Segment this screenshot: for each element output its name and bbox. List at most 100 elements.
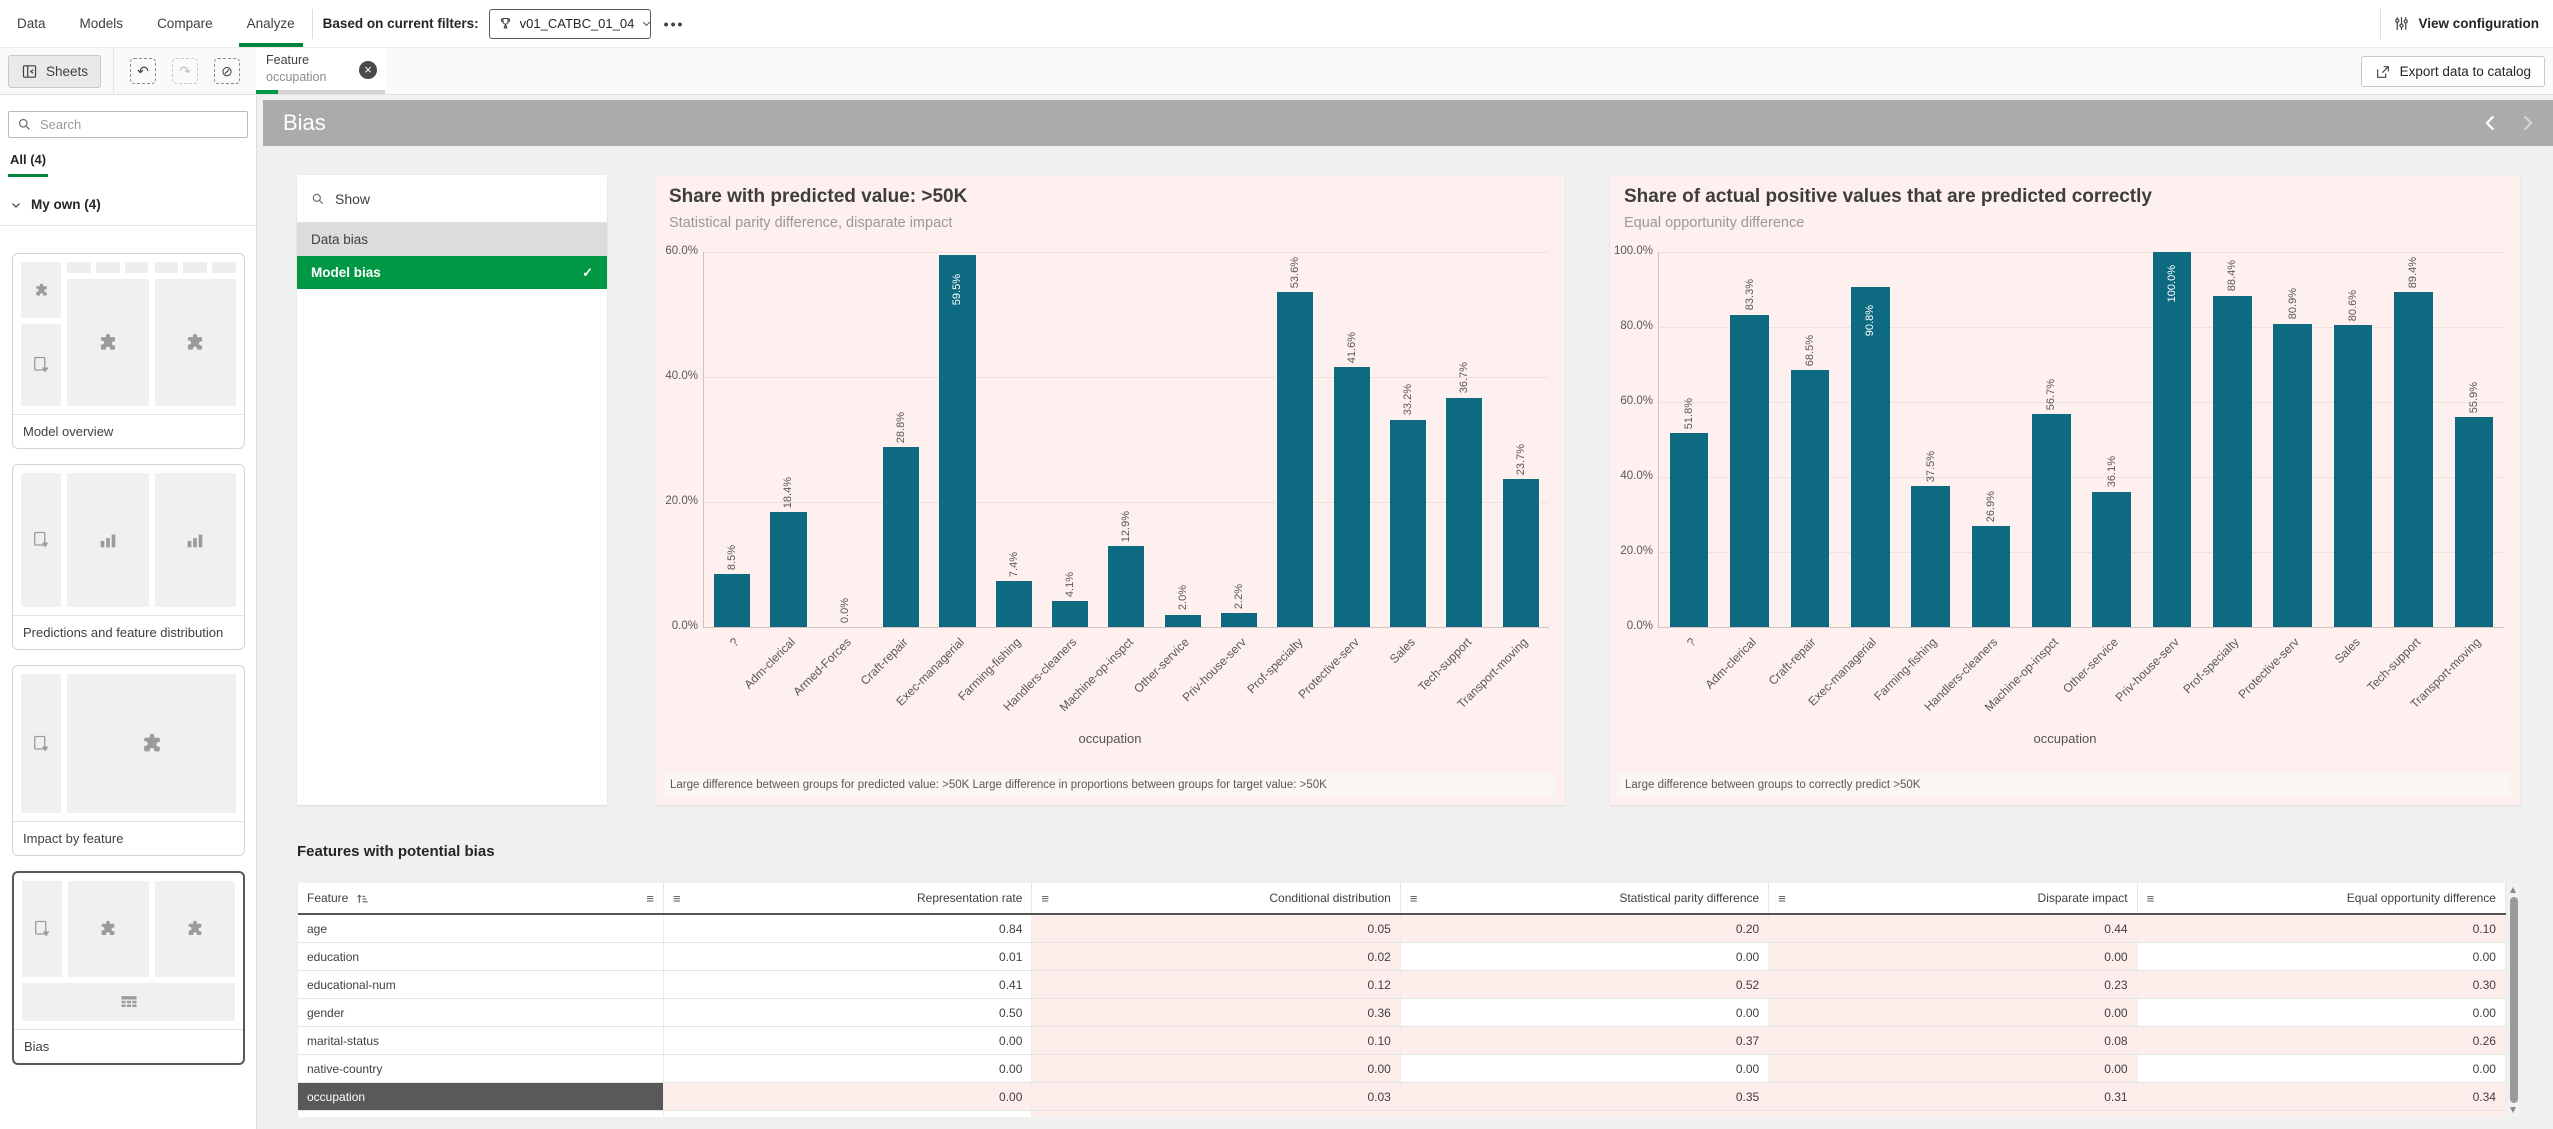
bar-adm-clerical[interactable] — [770, 512, 806, 627]
tab-data[interactable]: Data — [0, 0, 63, 47]
bar-prof-specialty[interactable] — [2213, 296, 2252, 628]
bars: 8.5%18.4%0.0%28.8%59.5%7.4%4.1%12.9%2.0%… — [704, 252, 1549, 627]
chevron-down-icon — [10, 199, 22, 211]
section-my-own[interactable]: My own (4) — [10, 197, 101, 212]
bar-farming-fishing[interactable] — [1911, 486, 1950, 627]
cell-feature[interactable]: occupation — [298, 1083, 664, 1110]
bar-handlers-cleaners[interactable] — [1052, 601, 1088, 627]
show-search-header[interactable]: Show — [297, 175, 607, 223]
show-list-item-data-bias[interactable]: Data bias — [297, 223, 607, 256]
cell-value — [664, 1111, 1032, 1117]
view-configuration-button[interactable]: View configuration — [2393, 15, 2539, 32]
bar-farming-fishing[interactable] — [996, 581, 1032, 627]
bar-exec-managerial[interactable] — [939, 255, 975, 627]
more-options-button[interactable]: ••• — [664, 16, 685, 32]
cell-feature[interactable]: age — [298, 915, 664, 942]
column-header-label: Feature — [307, 891, 348, 905]
redo-selection-button[interactable]: ↷ — [172, 58, 198, 84]
bar-handlers-cleaners[interactable] — [1972, 526, 2011, 627]
bar-sales[interactable] — [2334, 325, 2373, 627]
cell-feature[interactable]: native-country — [298, 1055, 664, 1082]
sheets-button[interactable]: Sheets — [8, 55, 101, 88]
column-menu-icon[interactable]: ≡ — [1410, 891, 1418, 906]
column-menu-icon[interactable]: ≡ — [2147, 891, 2155, 906]
table-scrollbar[interactable] — [2508, 883, 2519, 1117]
scrollbar-thumb[interactable] — [2510, 897, 2518, 1103]
bar-sales[interactable] — [1390, 420, 1426, 628]
bar-prof-specialty[interactable] — [1277, 292, 1313, 627]
cell-feature[interactable]: gender — [298, 999, 664, 1026]
cell-feature[interactable]: educational-num — [298, 971, 664, 998]
sheets-sidebar: All (4) My own (4) Model overviewPredict… — [0, 95, 257, 1129]
bar-craft-repair[interactable] — [1791, 370, 1830, 627]
bar-slot-priv-house-serv: 2.2% — [1211, 252, 1267, 627]
tab-models[interactable]: Models — [63, 0, 141, 47]
cell-value: 0.23 — [1769, 971, 2137, 998]
show-item-list: Data biasModel bias✓ — [297, 223, 607, 289]
close-icon[interactable]: × — [359, 61, 377, 79]
column-header-disparate-impact[interactable]: ≡Disparate impact — [1769, 883, 2137, 913]
bar-transport-moving[interactable] — [1503, 479, 1539, 627]
bar-adm-clerical[interactable] — [1730, 315, 1769, 627]
view-configuration-label: View configuration — [2418, 16, 2539, 31]
undo-selection-button[interactable]: ↶ — [130, 58, 156, 84]
sheet-card-bias[interactable]: Bias — [12, 871, 245, 1065]
bar-machine-op-inspct[interactable] — [2032, 414, 2071, 627]
column-header-representation-rate[interactable]: ≡Representation rate — [664, 883, 1032, 913]
next-sheet-button[interactable] — [2517, 113, 2537, 133]
sheet-thumbnail — [13, 666, 244, 821]
column-menu-icon[interactable]: ≡ — [1041, 891, 1049, 906]
column-menu-icon[interactable]: ≡ — [1778, 891, 1786, 906]
bar-transport-moving[interactable] — [2455, 417, 2494, 627]
cell-feature[interactable]: marital-status — [298, 1027, 664, 1054]
tab-all[interactable]: All (4) — [8, 152, 48, 177]
bar-exec-managerial[interactable] — [1851, 287, 1890, 628]
sheet-content: Bias Show Data biasModel bias✓ Share wit… — [257, 95, 2553, 1129]
bar-priv-house-serv[interactable] — [1221, 613, 1257, 627]
column-header-feature[interactable]: Feature ≡ — [298, 883, 664, 913]
sheet-card-impact-by-feature[interactable]: Impact by feature — [12, 665, 245, 856]
bar-slot-prof-specialty: 88.4% — [2202, 252, 2262, 627]
bar-protective-serv[interactable] — [1334, 367, 1370, 627]
plot-area: 100.0%80.0%60.0%40.0%20.0%0.0%51.8%83.3%… — [1658, 252, 2504, 628]
bar-slot-machine-op-inspct: 12.9% — [1098, 252, 1154, 627]
bar-machine-op-inspct[interactable] — [1108, 546, 1144, 627]
export-catalog-button[interactable]: Export data to catalog — [2361, 56, 2545, 87]
column-menu-icon[interactable]: ≡ — [646, 891, 654, 906]
bar-value-label: 2.2% — [1233, 584, 1245, 609]
cell-value: 0.08 — [1769, 1027, 2137, 1054]
sheets-button-label: Sheets — [46, 64, 88, 79]
sheet-card-model-overview[interactable]: Model overview — [12, 253, 245, 449]
bar-[interactable] — [714, 574, 750, 627]
bar-protective-serv[interactable] — [2273, 324, 2312, 627]
bar-slot-armed-forces: 0.0% — [817, 252, 873, 627]
bar-other-service[interactable] — [2092, 492, 2131, 627]
column-header-conditional-distribution[interactable]: ≡Conditional distribution — [1032, 883, 1400, 913]
clear-selections-button[interactable]: ⊘ — [214, 58, 240, 84]
cell-value: 0.10 — [1032, 1027, 1400, 1054]
bar-craft-repair[interactable] — [883, 447, 919, 627]
selection-chip-feature[interactable]: Feature occupation × — [256, 48, 385, 94]
bar-value-label: 2.0% — [1177, 585, 1189, 610]
search-input[interactable] — [40, 117, 239, 132]
column-header-equal-opportunity-difference[interactable]: ≡Equal opportunity difference — [2138, 883, 2506, 913]
bar-slot-priv-house-serv: 100.0% — [2142, 252, 2202, 627]
tab-compare[interactable]: Compare — [140, 0, 230, 47]
bar-priv-house-serv[interactable] — [2153, 252, 2192, 627]
sheet-card-label: Bias — [14, 1029, 243, 1063]
scroll-down-icon[interactable] — [2510, 1107, 2516, 1113]
sheet-card-predictions-and-feature-distribution[interactable]: Predictions and feature distribution — [12, 464, 245, 650]
bar-tech-support[interactable] — [1446, 398, 1482, 627]
model-filter-dropdown[interactable]: v01_CATBC_01_04 — [489, 9, 651, 39]
tab-analyze[interactable]: Analyze — [230, 0, 312, 47]
column-menu-icon[interactable]: ≡ — [673, 891, 681, 906]
cell-value: 0.00 — [1769, 999, 2137, 1026]
previous-sheet-button[interactable] — [2481, 113, 2501, 133]
bar-other-service[interactable] — [1165, 615, 1201, 628]
scroll-up-icon[interactable] — [2510, 887, 2516, 893]
bar-[interactable] — [1670, 433, 1709, 627]
column-header-statistical-parity-difference[interactable]: ≡Statistical parity difference — [1401, 883, 1769, 913]
bar-tech-support[interactable] — [2394, 292, 2433, 627]
show-list-item-model-bias[interactable]: Model bias✓ — [297, 256, 607, 289]
cell-feature[interactable]: education — [298, 943, 664, 970]
